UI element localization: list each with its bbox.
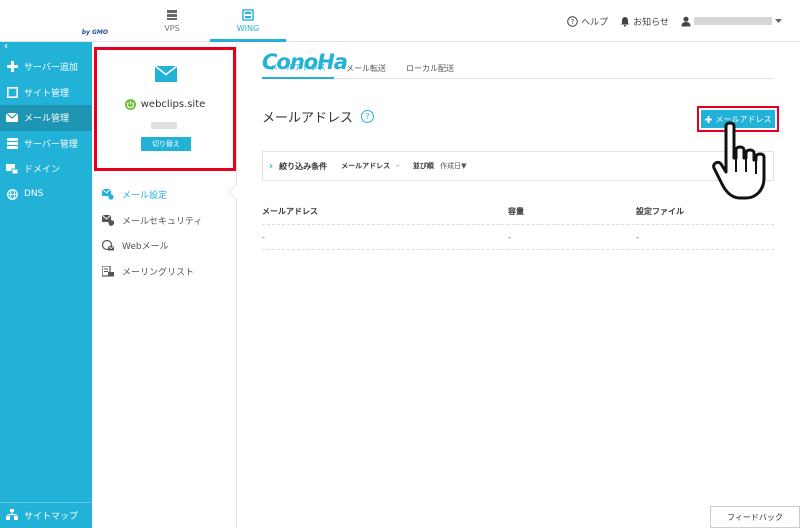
- filter-bar[interactable]: › 絞り込み条件 メールアドレス - 並び順 作成日▼: [262, 151, 774, 181]
- bell-icon: [621, 16, 630, 27]
- sidebar-item-label: サーバー管理: [24, 139, 78, 150]
- active-indicator-arrow: [229, 184, 237, 200]
- domain-subtext-redacted: [151, 122, 177, 129]
- mail-address-table: メールアドレス 容量 設定ファイル - - -: [262, 198, 774, 250]
- help-question-icon[interactable]: ?: [361, 110, 375, 123]
- filter-condition-1: メールアドレス -: [341, 161, 399, 171]
- table-cell: -: [636, 232, 639, 242]
- mail-tabs: メールアドレス メール転送 ローカル配送: [262, 57, 774, 79]
- domain-icon: [6, 163, 18, 174]
- feedback-button[interactable]: フィードバック: [710, 506, 800, 528]
- sidebar-item-label: DNS: [24, 189, 44, 200]
- filter-toggle[interactable]: › 絞り込み条件: [269, 161, 327, 172]
- filter-value: -: [396, 162, 399, 170]
- submenu-mail-settings[interactable]: メール設定: [102, 182, 202, 208]
- user-icon: [681, 16, 691, 26]
- logo-sub: by GMO: [81, 29, 108, 36]
- sidebar-item-label: サーバー追加: [24, 63, 78, 74]
- domain-name: webclips.site: [140, 99, 206, 110]
- table-header: メールアドレス 容量 設定ファイル: [262, 198, 774, 224]
- sidebar-item-domain[interactable]: ドメイン: [0, 156, 92, 182]
- mail-icon: [6, 113, 18, 123]
- user-menu[interactable]: [681, 16, 782, 27]
- wing-icon: [242, 9, 254, 21]
- question-circle-icon: ?: [567, 15, 578, 27]
- sidebar-item-add-server[interactable]: サーバー追加: [0, 54, 92, 80]
- column-header[interactable]: メールアドレス: [262, 206, 508, 217]
- column-header[interactable]: 設定ファイル: [636, 206, 774, 217]
- sitemap-label: サイトマップ: [24, 512, 79, 522]
- sitemap-icon: [6, 508, 18, 523]
- server-icon: [6, 137, 18, 149]
- filter-label: 絞り込み条件: [279, 161, 328, 171]
- switch-domain-button[interactable]: 切り替え: [141, 137, 191, 151]
- submenu-label: メール設定: [122, 191, 168, 202]
- mailing-list-icon: [102, 265, 114, 277]
- domain-row: webclips.site: [97, 99, 233, 110]
- mail-subpanel: webclips.site 切り替え メール設定 メールセキュリティ Webメー…: [92, 42, 237, 528]
- filter-key: メールアドレス: [341, 162, 391, 170]
- page-title: メールアドレス: [262, 111, 354, 126]
- sidebar-item-dns[interactable]: DNS: [0, 182, 92, 208]
- caret-down-icon: [775, 18, 782, 23]
- submenu-webmail[interactable]: Webメール: [102, 233, 202, 259]
- tab-mail-address[interactable]: メールアドレス: [262, 57, 334, 79]
- help-link[interactable]: ? ヘルプ: [567, 15, 608, 28]
- tab-vps-label: VPS: [164, 24, 180, 33]
- table-cell: -: [262, 232, 265, 242]
- tab-vps[interactable]: VPS: [134, 0, 210, 42]
- svg-text:?: ?: [571, 18, 575, 26]
- table-cell: -: [508, 232, 511, 242]
- server-icon: [167, 10, 177, 20]
- header-utilities: ? ヘルプ お知らせ: [567, 0, 782, 42]
- globe-icon: [6, 188, 18, 200]
- sidebar-item-label: ドメイン: [24, 165, 61, 176]
- tab-mail-forward[interactable]: メール転送: [338, 57, 394, 79]
- filter-value: 作成日▼: [440, 162, 467, 170]
- sidebar-item-mail[interactable]: メール管理: [0, 105, 92, 131]
- mail-security-icon: [102, 214, 114, 226]
- help-label: ヘルプ: [581, 17, 609, 28]
- mail-settings-icon: [102, 189, 114, 200]
- table-row: - - -: [262, 224, 774, 250]
- sidebar-item-sitemap[interactable]: サイトマップ: [0, 502, 92, 528]
- plus-icon: [704, 115, 712, 123]
- top-nav: VPS WING: [134, 0, 286, 42]
- top-header: ConoHa by GMO VPS WING ? ヘルプ お知らせ: [0, 0, 800, 74]
- envelope-icon: [155, 66, 177, 82]
- submenu-label: Webメール: [122, 242, 169, 253]
- sidebar-item-server[interactable]: サーバー管理: [0, 131, 92, 157]
- left-sidebar: ‹ サーバー追加 サイト管理 メール管理 サーバー管理 ドメイン DNS サイト…: [0, 42, 92, 528]
- sidebar-item-label: サイト管理: [24, 88, 70, 99]
- submenu-label: メールセキュリティ: [122, 216, 203, 227]
- notice-link[interactable]: お知らせ: [620, 15, 669, 28]
- notice-label: お知らせ: [633, 17, 669, 28]
- mail-submenu: メール設定 メールセキュリティ Webメール メーリングリスト: [102, 182, 202, 284]
- sidebar-collapse-toggle[interactable]: ‹: [0, 42, 92, 54]
- tab-wing-label: WING: [236, 24, 260, 33]
- domain-card: webclips.site 切り替え: [94, 47, 236, 171]
- submenu-label: メーリングリスト: [122, 267, 195, 278]
- submenu-mail-security[interactable]: メールセキュリティ: [102, 208, 202, 234]
- tab-local-delivery[interactable]: ローカル配送: [398, 57, 462, 79]
- pointing-hand-icon: [712, 121, 766, 200]
- sidebar-item-label: メール管理: [24, 114, 70, 125]
- submenu-mailing-list[interactable]: メーリングリスト: [102, 259, 202, 285]
- chevron-right-icon: ›: [269, 160, 274, 172]
- power-status-icon: [124, 99, 136, 110]
- filter-condition-2: 並び順 作成日▼: [413, 161, 467, 171]
- user-name-redacted: [694, 17, 772, 25]
- filter-key: 並び順: [412, 162, 434, 170]
- main-content: メールアドレス メール転送 ローカル配送 メールアドレス ? メールアドレス ›…: [238, 42, 800, 528]
- plus-icon: [6, 61, 18, 73]
- page-title-row: メールアドレス ?: [262, 107, 375, 126]
- conoha-logo[interactable]: ConoHa by GMO: [24, 8, 348, 74]
- sidebar-item-site[interactable]: サイト管理: [0, 80, 92, 106]
- webmail-icon: [102, 240, 114, 251]
- column-header[interactable]: 容量: [508, 206, 636, 217]
- tab-wing[interactable]: WING: [210, 0, 286, 42]
- site-icon: [6, 86, 18, 98]
